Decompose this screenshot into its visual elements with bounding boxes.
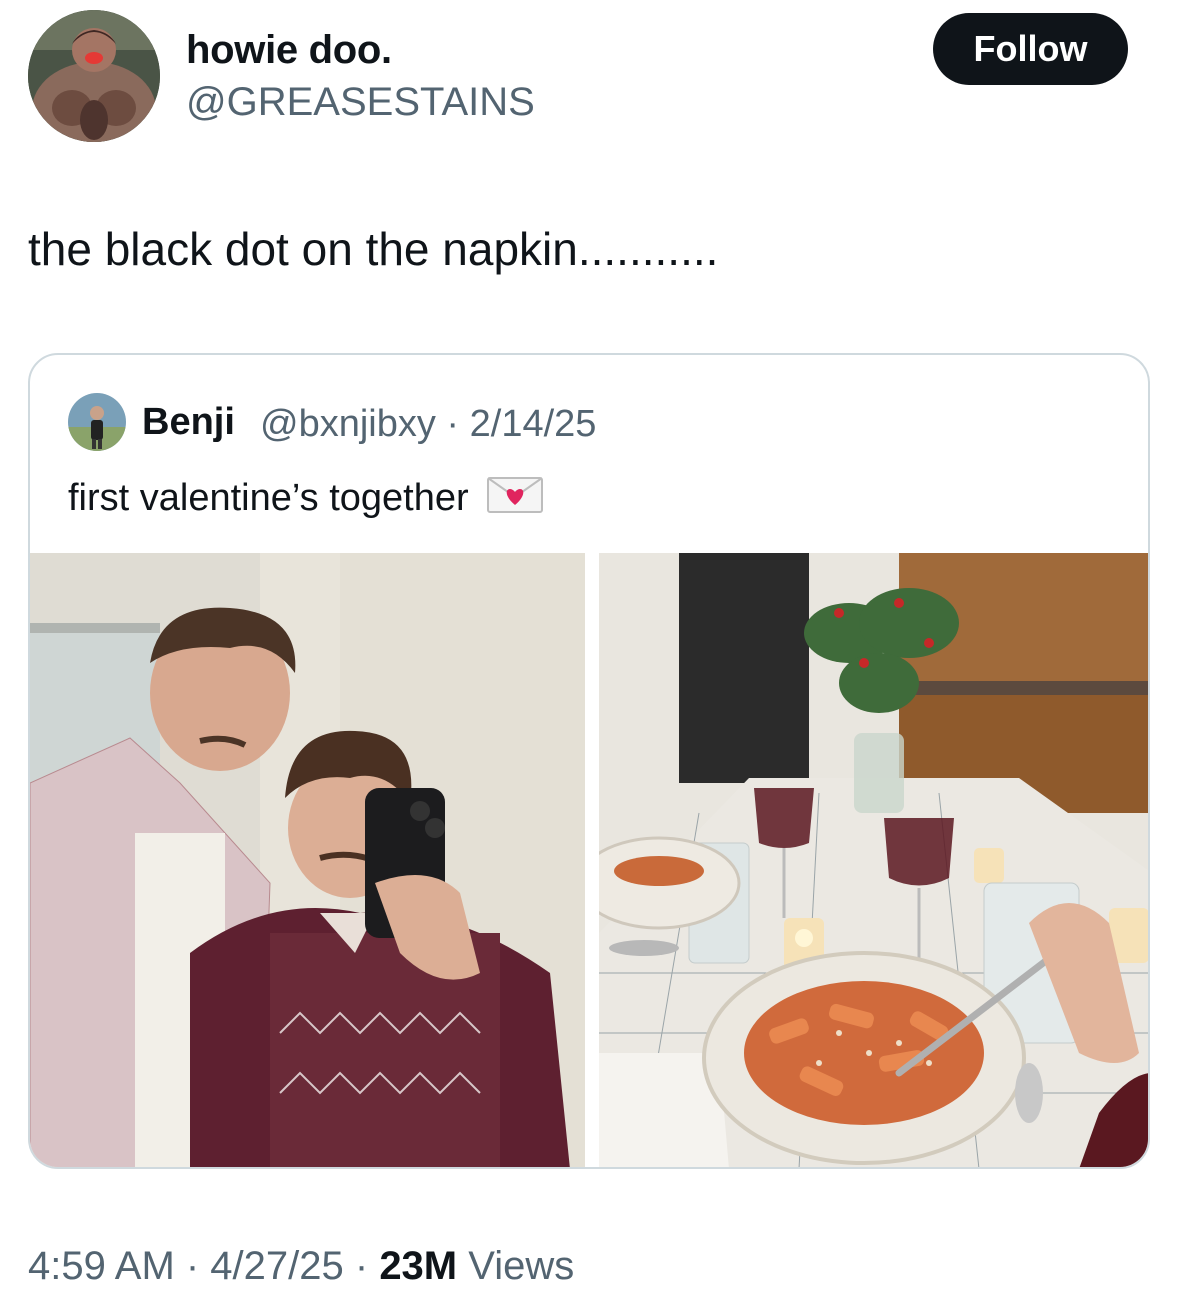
selfie-photo[interactable] (30, 553, 585, 1167)
author-handle[interactable]: @GREASESTAINS (186, 80, 535, 125)
quoted-text-content: first valentine’s together (68, 477, 469, 520)
views-count: 23M (379, 1244, 458, 1288)
views-label: Views (457, 1244, 575, 1288)
tweet-text: the black dot on the napkin........... (28, 223, 719, 275)
tweet-footer: 4:59 AM · 4/27/25 · 23M Views (28, 1244, 574, 1289)
tweet-timestamp[interactable]: 4:59 AM · 4/27/25 · (28, 1244, 379, 1288)
avatar-photo-icon (28, 10, 160, 142)
quoted-author-name[interactable]: Benji (142, 401, 235, 444)
author-display-name[interactable]: howie doo. (186, 28, 392, 73)
quoted-author-avatar[interactable] (68, 393, 126, 451)
follow-button[interactable]: Follow (933, 13, 1128, 85)
quoted-handle-date[interactable]: @bxnjibxy · 2/14/25 (260, 403, 596, 446)
quoted-avatar-photo-icon (68, 393, 126, 451)
author-avatar[interactable] (28, 10, 160, 142)
quoted-tweet-card[interactable]: Benji @bxnjibxy · 2/14/25 first valentin… (28, 353, 1150, 1169)
love-letter-icon (487, 477, 544, 523)
quoted-tweet-text: first valentine’s together (68, 477, 544, 523)
dinner-photo[interactable] (599, 553, 1148, 1167)
